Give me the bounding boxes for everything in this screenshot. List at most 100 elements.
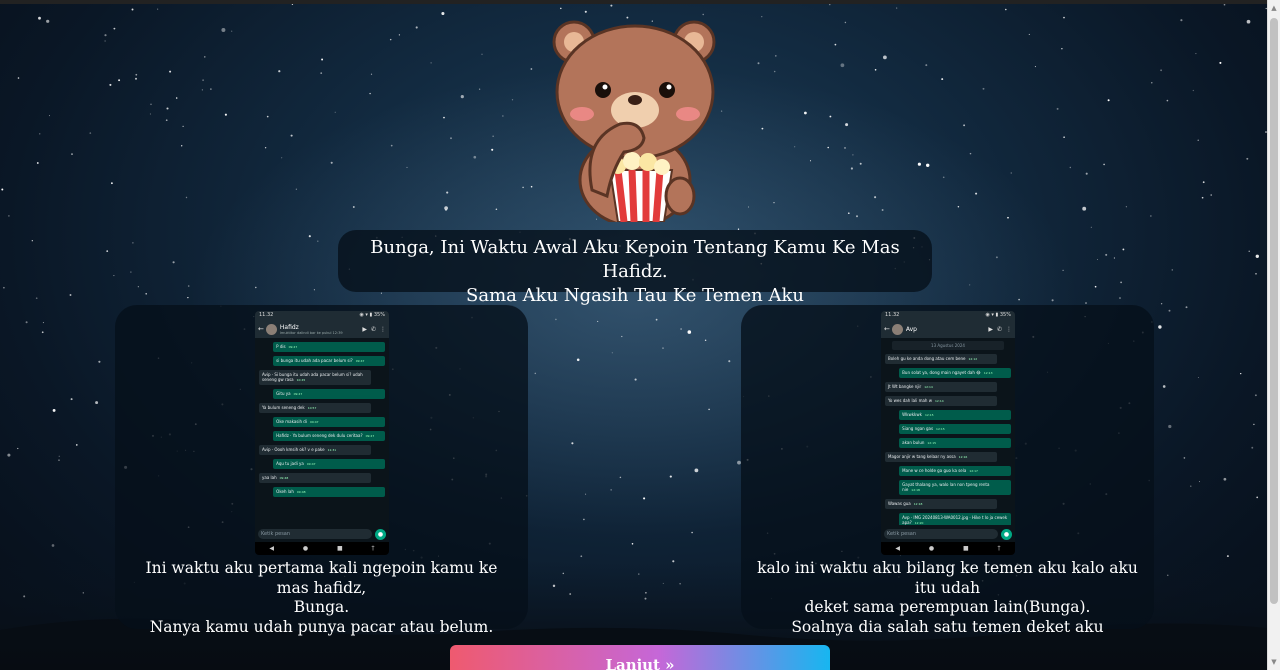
star: [130, 271, 132, 273]
star: [502, 115, 504, 117]
star: [113, 275, 115, 277]
star: [113, 27, 116, 30]
scroll-up-icon[interactable]: ▲: [1270, 4, 1278, 12]
star: [308, 235, 311, 238]
next-button[interactable]: Lanjut »: [450, 645, 830, 670]
star: [619, 476, 622, 479]
star: [1223, 3, 1226, 6]
star: [137, 286, 139, 288]
star: [131, 8, 134, 11]
star: [1180, 19, 1183, 22]
star: [1063, 136, 1065, 138]
nav-home-icon: ●: [302, 545, 309, 552]
message-time: 12:12: [968, 357, 978, 361]
contact-name: Hafidz Imuktitor dalindi bar ke pukul 12…: [280, 324, 358, 335]
star: [511, 99, 514, 101]
star: [1005, 8, 1007, 11]
scrollbar[interactable]: ▲ ▼: [1267, 0, 1280, 670]
star: [917, 162, 921, 166]
star: [691, 531, 693, 534]
star: [883, 55, 887, 60]
star: [41, 331, 44, 334]
message-time: 09:48: [279, 476, 289, 480]
star: [89, 132, 92, 134]
star: [1171, 269, 1174, 271]
star: [202, 79, 205, 82]
star: [390, 144, 393, 147]
star: [844, 146, 846, 149]
star: [757, 62, 760, 65]
composer-input: Ketik pesan: [258, 529, 372, 539]
star: [1248, 250, 1250, 252]
star: [1103, 163, 1105, 166]
chat-message: Gitu ya 09:47: [273, 389, 385, 399]
star: [534, 372, 537, 375]
star: [1166, 99, 1169, 102]
star: [231, 30, 233, 32]
star: [149, 113, 151, 115]
star: [995, 256, 998, 259]
star: [610, 4, 613, 7]
star: [98, 360, 101, 363]
star: [7, 453, 11, 457]
message-time: 12:13: [983, 371, 993, 375]
star: [1160, 303, 1163, 305]
star: [321, 58, 324, 61]
star: [1240, 372, 1242, 375]
star: [720, 110, 723, 112]
chat-message: akan bulun 12:15: [899, 438, 1011, 448]
star: [478, 88, 481, 90]
star: [571, 442, 574, 445]
star: [840, 63, 845, 68]
status-time: 11.32: [885, 312, 900, 318]
star: [389, 38, 392, 41]
star: [1255, 254, 1259, 258]
caption-left-line-3: Nanya kamu udah punya pacar atau belum.: [149, 617, 494, 636]
chat-message: Jt Wt bangke njir 12:14: [885, 382, 997, 392]
star: [95, 401, 99, 405]
star: [804, 111, 807, 115]
star: [281, 157, 283, 159]
phone-icon: ✆: [996, 325, 1002, 333]
star: [430, 62, 432, 64]
star: [35, 297, 38, 300]
star: [874, 196, 877, 199]
chat-header: ← Avp ▶ ✆ ⋮: [881, 320, 1015, 338]
star: [415, 26, 418, 29]
nav-recents-icon: ■: [337, 545, 343, 552]
star: [702, 13, 704, 16]
star: [1195, 53, 1197, 55]
composer: Ketik pesan ●: [884, 528, 1012, 540]
star: [1085, 302, 1087, 304]
star: [584, 10, 587, 13]
mic-icon: ●: [375, 528, 386, 540]
star: [1246, 19, 1251, 24]
star: [1028, 33, 1030, 35]
star: [443, 116, 445, 119]
star: [104, 34, 107, 37]
star: [850, 167, 853, 170]
star: [794, 146, 796, 148]
nav-recents-icon: ■: [963, 545, 969, 552]
star: [150, 103, 152, 106]
star: [313, 289, 315, 291]
scroll-down-icon[interactable]: ▼: [1270, 658, 1278, 666]
star: [1210, 194, 1212, 196]
star: [634, 378, 637, 381]
star: [1097, 259, 1098, 260]
star: [982, 87, 985, 90]
star: [69, 294, 72, 296]
chat-message: Bun solat ya, dong main ngayet dah 😂 12:1…: [899, 368, 1011, 378]
scrollbar-thumb[interactable]: [1270, 18, 1278, 604]
star: [708, 408, 710, 411]
star: [1069, 166, 1072, 169]
star: [896, 7, 898, 9]
star: [963, 124, 966, 127]
star: [669, 475, 672, 478]
star: [728, 360, 731, 363]
star: [694, 468, 699, 473]
star: [1219, 61, 1222, 64]
star: [522, 186, 524, 189]
star: [844, 21, 847, 24]
caption-left-line-1: Ini waktu aku pertama kali ngepoin kamu …: [145, 559, 498, 597]
